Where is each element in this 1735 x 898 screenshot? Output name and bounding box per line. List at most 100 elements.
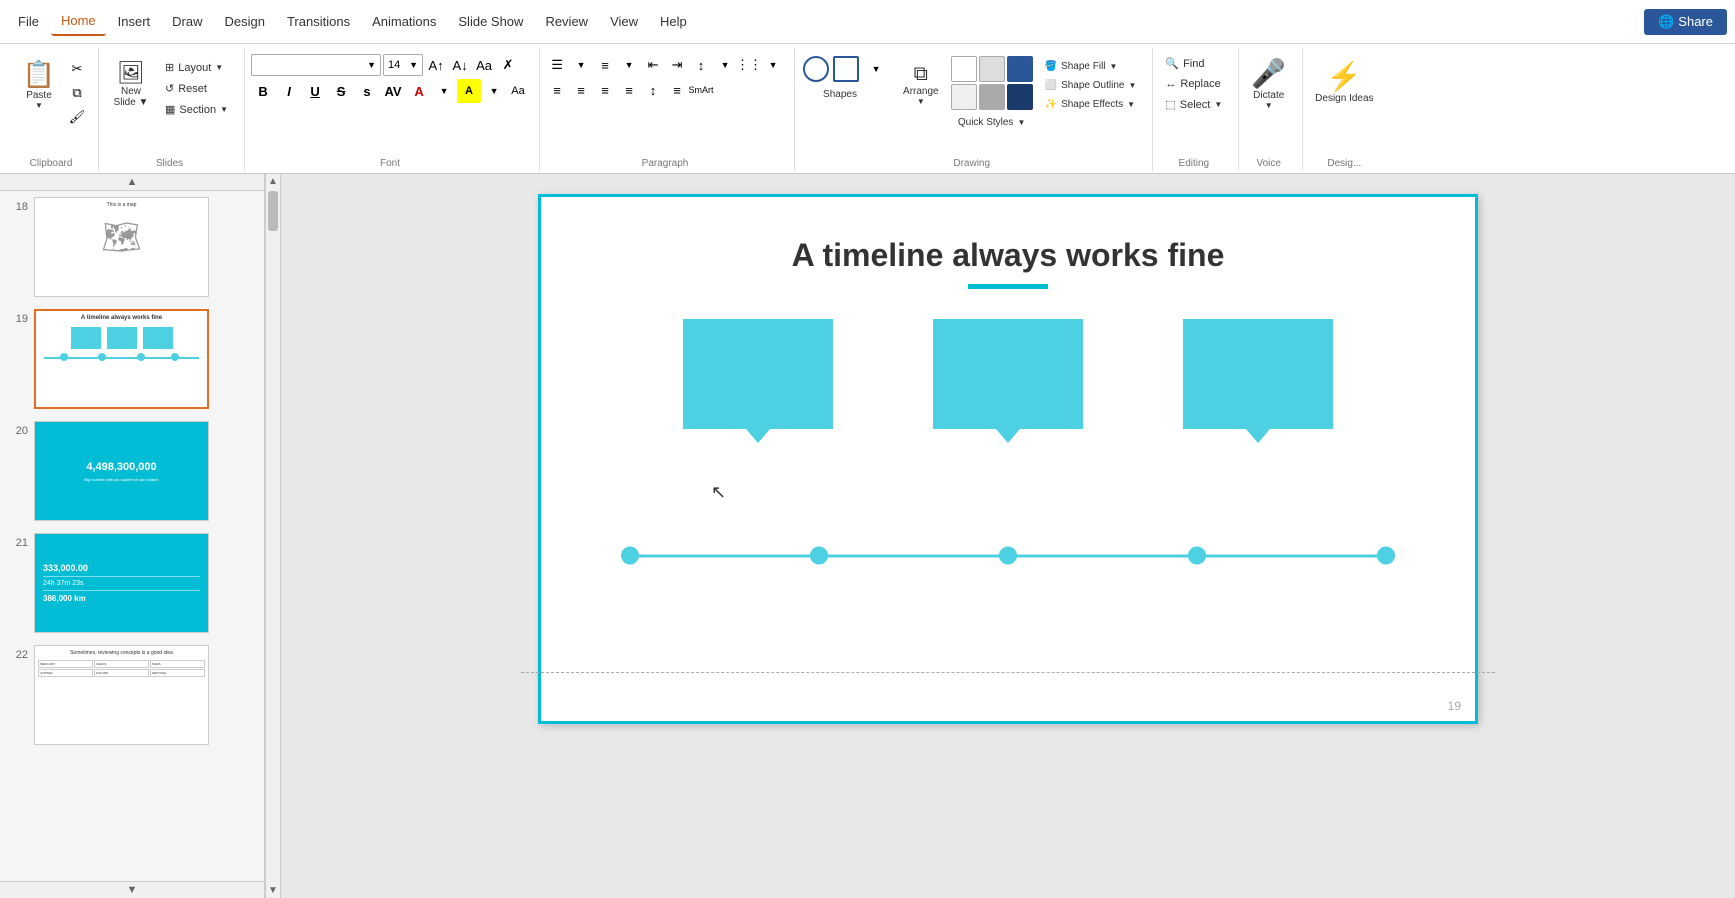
slide-thumbnail-20[interactable]: 20 4,498,300,000 Big number with you aud…	[0, 415, 264, 527]
paragraph-label: Paragraph	[642, 155, 689, 169]
numbering-dropdown[interactable]: ▼	[618, 54, 640, 76]
numbering-button[interactable]: ≡	[594, 54, 616, 76]
font-color-dropdown[interactable]: ▼	[433, 80, 455, 102]
help-menu-item[interactable]: Help	[650, 8, 697, 35]
slide-20-number: 4,498,300,000	[86, 461, 156, 473]
quick-styles-button[interactable]: Quick Styles ▼	[952, 114, 1032, 131]
shape-fill-button[interactable]: 🪣 Shape Fill ▼	[1039, 58, 1143, 75]
shape-effects-button[interactable]: ✨ Shape Effects ▼	[1039, 96, 1143, 113]
char-spacing-button[interactable]: AV	[381, 79, 405, 103]
slide-panel-scrollbar[interactable]: ▲ ▼	[265, 174, 281, 898]
slide-thumbnail-22[interactable]: 22 Sometimes, reviewing concepts is a go…	[0, 639, 264, 751]
columns-button[interactable]: ⋮⋮	[738, 54, 760, 76]
format-painter-button[interactable]: 🖌	[66, 106, 88, 128]
copy-button[interactable]: ⧉	[66, 82, 88, 104]
bold-button[interactable]: B	[251, 79, 275, 103]
insert-menu-item[interactable]: Insert	[108, 8, 161, 35]
slide-number-22: 22	[8, 645, 28, 661]
more-shapes[interactable]: ▼	[863, 56, 889, 82]
design-ideas-button[interactable]: ⚡ Design Ideas	[1309, 50, 1379, 110]
font-size-value: 14	[388, 59, 400, 71]
review-menu-item[interactable]: Review	[535, 8, 598, 35]
section-button[interactable]: ▦ Section ▼	[159, 100, 234, 119]
align-center-button[interactable]: ≡	[570, 79, 592, 101]
increase-font-button[interactable]: A↑	[425, 54, 447, 76]
indent-less-button[interactable]: ⇤	[642, 54, 664, 76]
font-size-aa[interactable]: Aa	[507, 80, 529, 102]
oval-shape[interactable]	[803, 56, 829, 82]
reset-button[interactable]: ↺ Reset	[159, 79, 234, 98]
timeline-box-2[interactable]	[933, 319, 1083, 429]
highlight-dropdown[interactable]: ▼	[483, 80, 505, 102]
timeline-box-3[interactable]	[1183, 319, 1333, 429]
rect-shape[interactable]	[833, 56, 859, 82]
qs-item-6[interactable]	[1007, 84, 1033, 110]
scrollbar-thumb[interactable]	[268, 191, 278, 231]
slide-thumbnail-18[interactable]: 18 This is a map 🗺	[0, 191, 264, 303]
shape-outline-button[interactable]: ⬜ Shape Outline ▼	[1039, 77, 1143, 94]
qs-item-3[interactable]	[1007, 56, 1033, 82]
smartart-button[interactable]: SmArt	[690, 79, 712, 101]
editing-label: Editing	[1179, 155, 1210, 169]
find-button[interactable]: 🔍 Find	[1159, 54, 1228, 73]
design-menu-item[interactable]: Design	[215, 8, 275, 35]
justify-button[interactable]: ≡	[618, 79, 640, 101]
file-menu-item[interactable]: File	[8, 8, 49, 35]
line-spacing-dropdown[interactable]: ▼	[714, 54, 736, 76]
qs-item-5[interactable]	[979, 84, 1005, 110]
share-button[interactable]: 🌐 Share	[1644, 9, 1727, 35]
strikethrough-button[interactable]: S	[329, 79, 353, 103]
align-left-button[interactable]: ≡	[546, 79, 568, 101]
font-name-input[interactable]: ▼	[251, 54, 381, 76]
new-slide-button[interactable]: 🖼 New Slide ▼	[105, 54, 157, 114]
section-icon: ▦	[165, 103, 175, 116]
cut-button[interactable]: ✂	[66, 58, 88, 80]
font-color-button[interactable]: A	[407, 79, 431, 103]
decrease-font-button[interactable]: A↓	[449, 54, 471, 76]
qs-item-2[interactable]	[979, 56, 1005, 82]
draw-menu-item[interactable]: Draw	[162, 8, 212, 35]
arrange-button[interactable]: ⧉ Arrange ▼	[897, 54, 945, 114]
indent-more-button[interactable]: ⇥	[666, 54, 688, 76]
slide-19-title-thumb: A timeline always works fine	[36, 311, 207, 323]
timeline-dot-2	[810, 547, 828, 565]
change-case-button[interactable]: Aa	[473, 54, 495, 76]
timeline-box-1[interactable]	[683, 319, 833, 429]
transitions-menu-item[interactable]: Transitions	[277, 8, 360, 35]
text-direction-button[interactable]: ↕	[642, 79, 664, 101]
paste-button[interactable]: 📋 Paste ▼	[14, 54, 64, 114]
align-right-button[interactable]: ≡	[594, 79, 616, 101]
font-size-input[interactable]: 14 ▼	[383, 54, 423, 76]
scroll-up-arrow[interactable]: ▲	[127, 176, 138, 188]
animations-menu-item[interactable]: Animations	[362, 8, 446, 35]
timeline-dot-5	[1377, 547, 1395, 565]
scrollbar-down[interactable]: ▼	[266, 883, 280, 898]
view-menu-item[interactable]: View	[600, 8, 648, 35]
select-button[interactable]: ⬚ Select ▼	[1159, 95, 1228, 114]
clear-format-button[interactable]: ✗	[497, 54, 519, 76]
qs-item-1[interactable]	[951, 56, 977, 82]
align-text-button[interactable]: ≡	[666, 79, 688, 101]
underline-button[interactable]: U	[303, 79, 327, 103]
bullets-button[interactable]: ☰	[546, 54, 568, 76]
slide-thumbnail-21[interactable]: 21 333,000.00 24h 37m 23s 386,000 km	[0, 527, 264, 639]
slide-canvas[interactable]: A timeline always works fine	[538, 194, 1478, 724]
columns-dropdown[interactable]: ▼	[762, 54, 784, 76]
ribbon: 📋 Paste ▼ ✂ ⧉ 🖌 Clipboard 🖼 New Slide ▼ …	[0, 44, 1735, 174]
slide-thumbnail-19[interactable]: 19 A timeline always works fine	[0, 303, 264, 415]
layout-button[interactable]: ⊞ Layout ▼	[159, 58, 234, 77]
scroll-down-arrow[interactable]: ▼	[127, 884, 138, 896]
shapes-button[interactable]: Shapes	[817, 86, 877, 103]
slide-20-subtitle: Big number with you audience can search	[78, 477, 164, 482]
replace-button[interactable]: ↔ Replace	[1159, 75, 1228, 93]
line-spacing-button[interactable]: ↕	[690, 54, 712, 76]
qs-item-4[interactable]	[951, 84, 977, 110]
italic-button[interactable]: I	[277, 79, 301, 103]
bullets-dropdown[interactable]: ▼	[570, 54, 592, 76]
slideshow-menu-item[interactable]: Slide Show	[448, 8, 533, 35]
shadow-button[interactable]: s	[355, 79, 379, 103]
scrollbar-up[interactable]: ▲	[266, 174, 280, 189]
highlight-button[interactable]: A	[457, 79, 481, 103]
home-menu-item[interactable]: Home	[51, 7, 106, 36]
dictate-button[interactable]: 🎤 Dictate ▼	[1245, 50, 1292, 114]
